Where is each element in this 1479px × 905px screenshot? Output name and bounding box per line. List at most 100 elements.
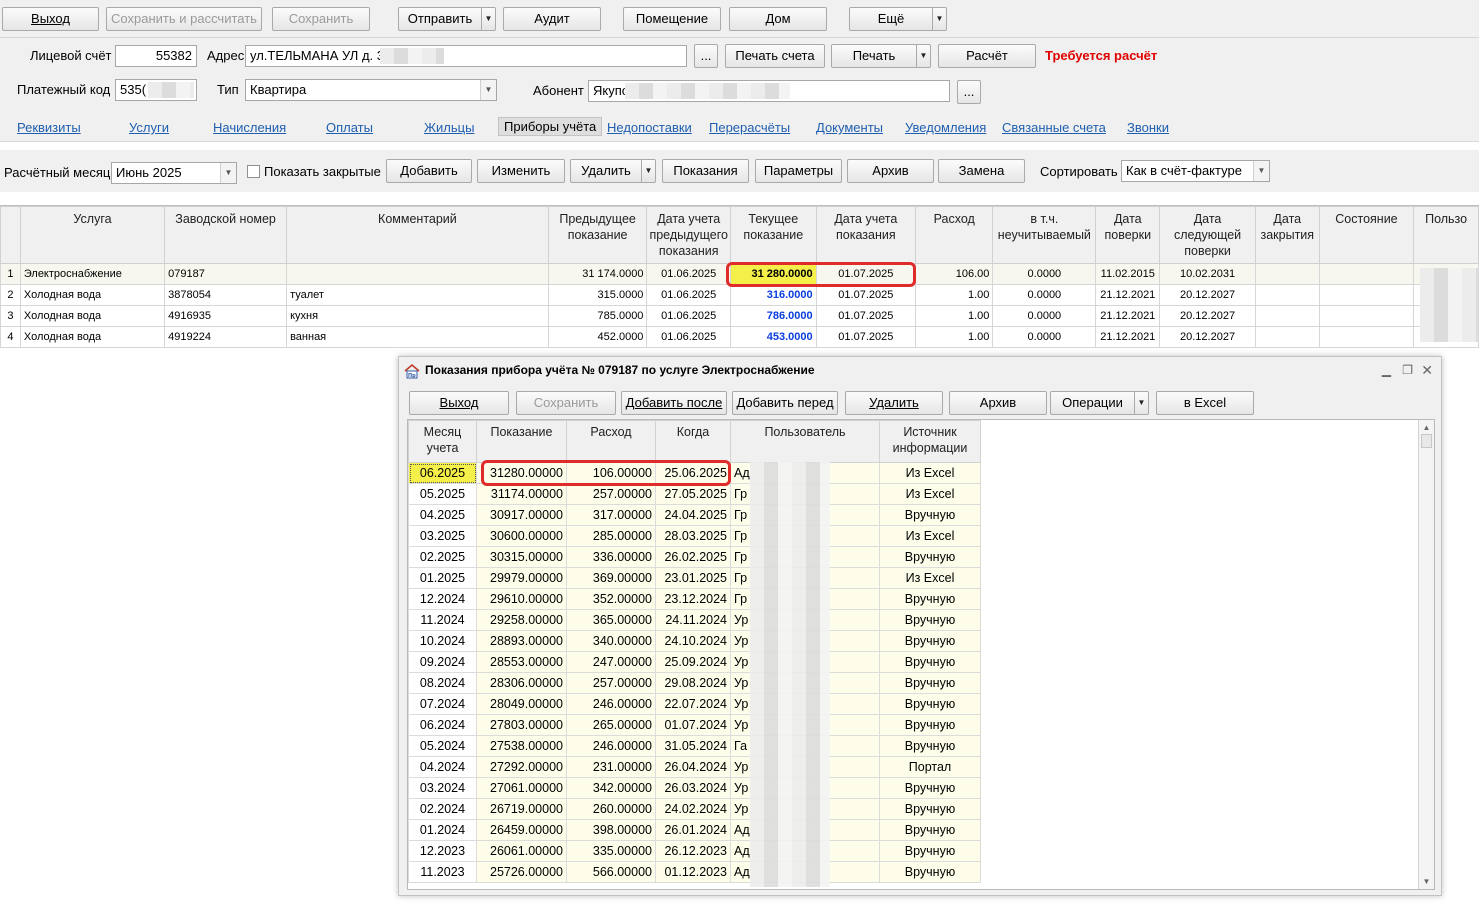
cell-state[interactable]: [1318, 305, 1415, 327]
cell-date[interactable]: 26.04.2024: [655, 756, 731, 778]
cell-date[interactable]: 28.03.2025: [655, 525, 731, 547]
chevron-down-icon[interactable]: ▼: [1253, 161, 1269, 181]
dialog-delete-button[interactable]: Удалить: [845, 391, 943, 415]
cell-usage[interactable]: 340.00000: [566, 630, 656, 652]
cell-reading[interactable]: 26061.00000: [476, 840, 567, 862]
cell-usage[interactable]: 257.00000: [566, 672, 656, 694]
tab-linked-accounts[interactable]: Связанные счета: [1002, 120, 1106, 135]
cell-check-date[interactable]: 21.12.2021: [1095, 305, 1161, 327]
cell-source[interactable]: Вручную: [879, 504, 981, 526]
cell-service[interactable]: Холодная вода: [19, 284, 166, 306]
cell-reading[interactable]: 29979.00000: [476, 567, 567, 589]
table-row[interactable]: 3 Холодная вода 4916935 кухня 785.0000 01.06.…: [0, 305, 1479, 327]
cell-reading[interactable]: 30917.00000: [476, 504, 567, 526]
cell-month[interactable]: 06.2024: [408, 714, 477, 736]
cell-usage[interactable]: 246.00000: [566, 735, 656, 757]
send-button[interactable]: Отправить ▼: [398, 7, 496, 31]
column-header[interactable]: Расход: [566, 420, 656, 463]
operations-button[interactable]: Операции ▼: [1050, 391, 1149, 415]
row-number[interactable]: 2: [0, 284, 21, 306]
cell-month[interactable]: 05.2025: [408, 483, 477, 505]
cell-month[interactable]: 01.2025: [408, 567, 477, 589]
cell-month[interactable]: 12.2024: [408, 588, 477, 610]
cell-prev-date[interactable]: 01.06.2025: [646, 326, 731, 348]
cell-date[interactable]: 24.10.2024: [655, 630, 731, 652]
cell-month[interactable]: 11.2023: [408, 861, 477, 883]
table-row[interactable]: 06.2024 27803.00000 265.00000 01.07.2024 Ур В…: [408, 714, 981, 736]
cell-unaccounted[interactable]: 0.0000: [992, 284, 1097, 306]
cell-usage[interactable]: 317.00000: [566, 504, 656, 526]
cell-usage[interactable]: 398.00000: [566, 819, 656, 841]
column-header[interactable]: Дата следующей поверки: [1159, 206, 1256, 264]
cell-prev-reading[interactable]: 785.0000: [547, 305, 648, 327]
cell-check-date[interactable]: 21.12.2021: [1095, 284, 1161, 306]
cell-date[interactable]: 23.12.2024: [655, 588, 731, 610]
dialog-save-button[interactable]: Сохранить: [516, 391, 616, 415]
cell-date[interactable]: 27.05.2025: [655, 483, 731, 505]
save-and-calc-button[interactable]: Сохранить и рассчитать: [106, 7, 262, 31]
cell-date[interactable]: 24.02.2024: [655, 798, 731, 820]
cell-state[interactable]: [1318, 263, 1415, 285]
cell-date[interactable]: 26.12.2023: [655, 840, 731, 862]
print-button[interactable]: Печать ▼: [831, 44, 931, 68]
cell-prev-date[interactable]: 01.06.2025: [646, 305, 731, 327]
chevron-down-icon[interactable]: ▼: [481, 8, 495, 30]
cell-source[interactable]: Вручную: [879, 672, 981, 694]
cell-next-check-date[interactable]: 10.02.2031: [1159, 263, 1256, 285]
cell-usage[interactable]: 231.00000: [566, 756, 656, 778]
add-after-button[interactable]: Добавить после: [621, 391, 727, 415]
cell-reading[interactable]: 27061.00000: [476, 777, 567, 799]
minimize-icon[interactable]: ▁: [1382, 357, 1391, 383]
cell-usage[interactable]: 1.00: [914, 305, 994, 327]
cell-reading[interactable]: 31174.00000: [476, 483, 567, 505]
cell-next-check-date[interactable]: 20.12.2027: [1159, 305, 1256, 327]
cell-reading[interactable]: 26459.00000: [476, 819, 567, 841]
room-button[interactable]: Помещение: [623, 7, 721, 31]
cell-comment[interactable]: ванная: [286, 326, 549, 348]
column-header[interactable]: Заводской номер: [164, 206, 288, 264]
exit-button[interactable]: Выход: [2, 7, 99, 31]
chevron-down-icon[interactable]: ▼: [480, 80, 496, 100]
tab-undersupply[interactable]: Недопоставки: [607, 120, 692, 135]
cell-closed-date[interactable]: [1254, 305, 1320, 327]
scroll-up-icon[interactable]: ▲: [1419, 420, 1434, 432]
cell-source[interactable]: Вручную: [879, 651, 981, 673]
table-row[interactable]: 04.2025 30917.00000 317.00000 24.04.2025 Гр В…: [408, 504, 981, 526]
chevron-down-icon[interactable]: ▼: [220, 163, 236, 183]
cell-usage[interactable]: 257.00000: [566, 483, 656, 505]
cell-usage[interactable]: 285.00000: [566, 525, 656, 547]
chevron-down-icon[interactable]: ▼: [1134, 392, 1148, 414]
cell-source[interactable]: Из Excel: [879, 525, 981, 547]
cell-closed-date[interactable]: [1254, 326, 1320, 348]
cell-date[interactable]: 25.09.2024: [655, 651, 731, 673]
cell-month[interactable]: 02.2024: [408, 798, 477, 820]
cell-usage[interactable]: 352.00000: [566, 588, 656, 610]
cell-month[interactable]: 12.2023: [408, 840, 477, 862]
cell-usage[interactable]: 369.00000: [566, 567, 656, 589]
cell-source[interactable]: Из Excel: [879, 462, 981, 484]
cell-reading[interactable]: 28306.00000: [476, 672, 567, 694]
cell-date[interactable]: 01.12.2023: [655, 861, 731, 883]
cell-serial[interactable]: 079187: [164, 263, 288, 285]
export-excel-button[interactable]: в Excel: [1156, 391, 1254, 415]
cell-reading[interactable]: 30600.00000: [476, 525, 567, 547]
cell-current-reading[interactable]: 786.0000: [729, 305, 817, 327]
cell-closed-date[interactable]: [1254, 284, 1320, 306]
cell-current-date[interactable]: 01.07.2025: [815, 284, 917, 306]
cell-month[interactable]: 01.2024: [408, 819, 477, 841]
cell-usage[interactable]: 365.00000: [566, 609, 656, 631]
address-field[interactable]: ул.ТЕЛЬМАНА УЛ д. 32: [245, 45, 687, 67]
cell-check-date[interactable]: 21.12.2021: [1095, 326, 1161, 348]
cell-reading[interactable]: 28893.00000: [476, 630, 567, 652]
cell-month[interactable]: 11.2024: [408, 609, 477, 631]
cell-next-check-date[interactable]: 20.12.2027: [1159, 284, 1256, 306]
tab-accruals[interactable]: Начисления: [213, 120, 286, 135]
cell-reading[interactable]: 26719.00000: [476, 798, 567, 820]
cell-usage[interactable]: 265.00000: [566, 714, 656, 736]
cell-date[interactable]: 26.02.2025: [655, 546, 731, 568]
cell-usage[interactable]: 106.00: [914, 263, 994, 285]
cell-prev-date[interactable]: 01.06.2025: [646, 263, 731, 285]
cell-comment[interactable]: туалет: [286, 284, 549, 306]
cell-reading[interactable]: 27803.00000: [476, 714, 567, 736]
cell-current-date[interactable]: 01.07.2025: [815, 305, 917, 327]
